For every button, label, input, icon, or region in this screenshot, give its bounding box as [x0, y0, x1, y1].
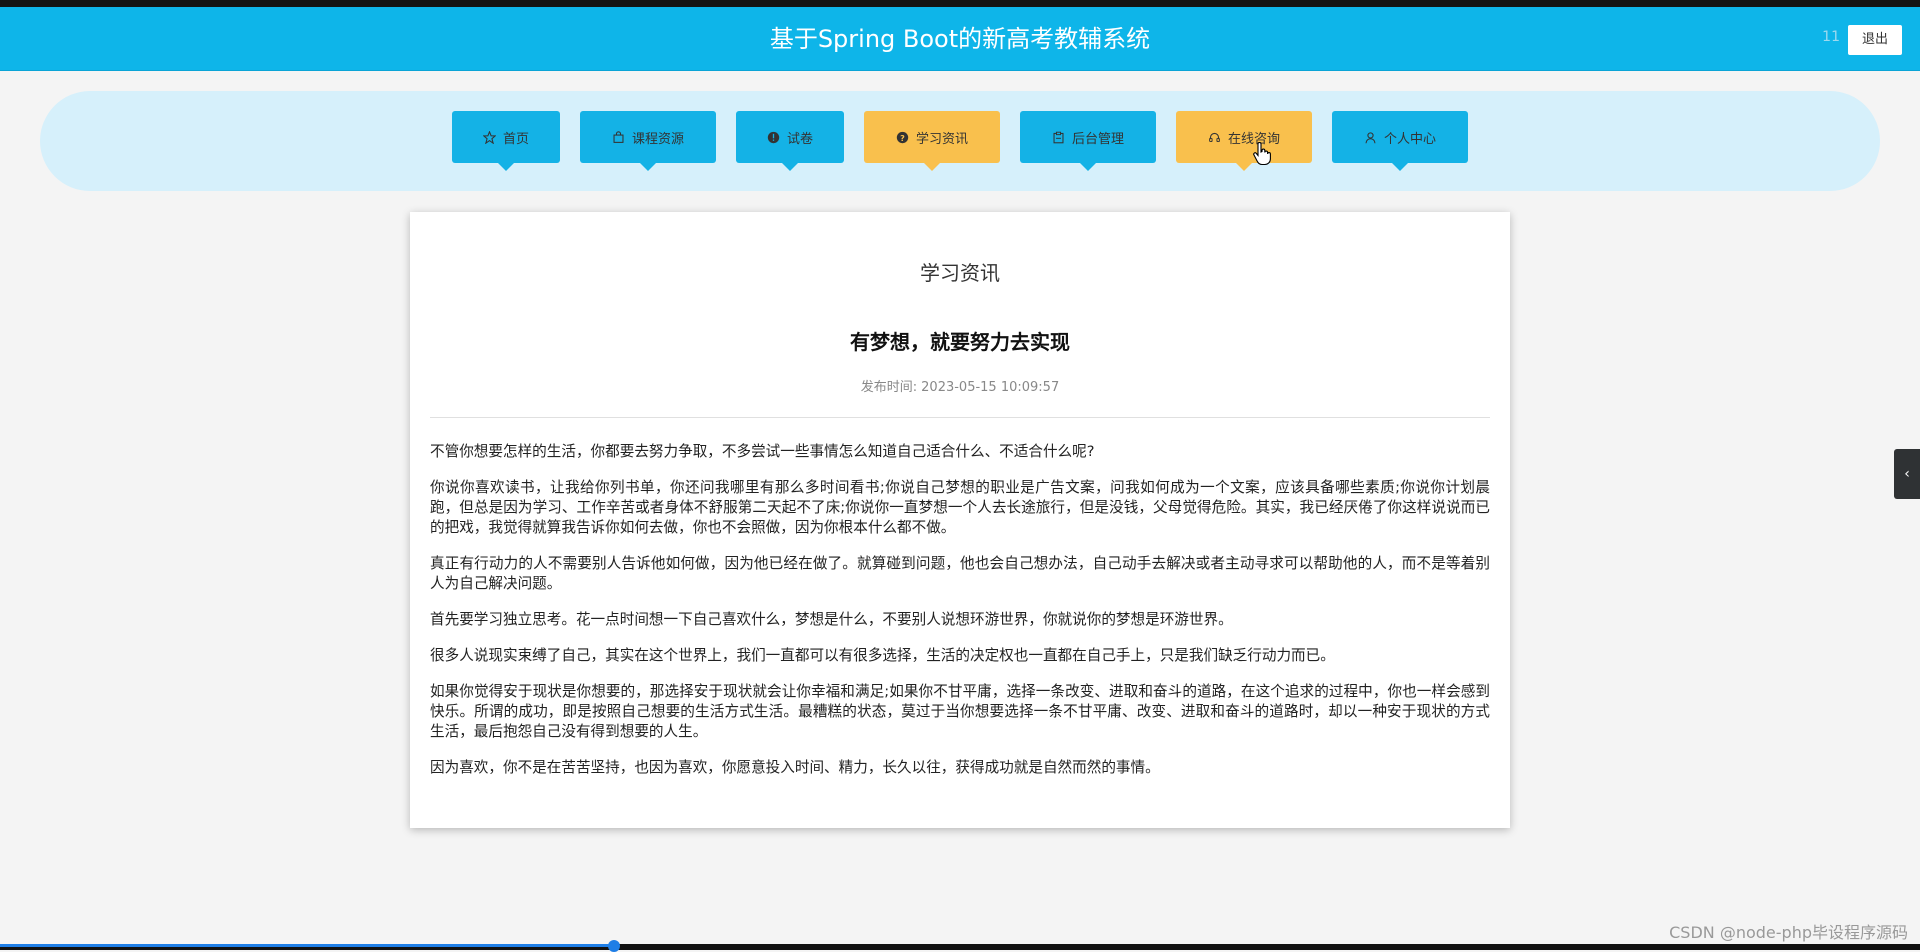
nav-item-label: 后台管理 — [1071, 131, 1124, 147]
question-icon: ? — [896, 130, 910, 144]
nav-item-online-consult[interactable]: 在线咨询 — [1176, 111, 1312, 171]
article-title: 有梦想，就要努力去实现 — [850, 330, 1070, 354]
hand-cursor-icon — [1253, 142, 1271, 166]
clipboard-icon — [1052, 130, 1066, 144]
nav-item-label: 首页 — [502, 131, 529, 147]
nav-item-label: 试卷 — [786, 131, 813, 147]
header-bar: 基于Spring Boot的新高考教辅系统 11 退出 — [0, 7, 1920, 71]
article-card: 学习资讯 有梦想，就要努力去实现 发布时间: 2023-05-15 10:09:5… — [410, 212, 1510, 828]
username-label: 11 — [1822, 29, 1840, 45]
nav-item-exam-papers[interactable]: 试卷 — [736, 111, 844, 171]
chevron-left-icon: ‹ — [1904, 466, 1910, 482]
article-paragraph: 你说你喜欢读书，让我给你列书单，你还问我哪里有那么多时间看书;你说自己梦想的职业… — [430, 479, 1490, 536]
nav-item-home[interactable]: 首页 — [452, 111, 560, 171]
user-icon — [1364, 130, 1378, 144]
nav-bar: 首页 课程资源 试卷 ? 学习资讯 后台管理 在线咨询 个人中心 — [40, 91, 1880, 191]
video-progress-fill — [0, 944, 615, 947]
nav-item-personal-center[interactable]: 个人中心 — [1332, 111, 1468, 171]
article-paragraph: 首先要学习独立思考。花一点时间想一下自己喜欢什么，梦想是什么，不要别人说想环游世… — [430, 611, 1233, 628]
logout-button[interactable]: 退出 — [1848, 25, 1902, 55]
publish-time-label: 发布时间: — [860, 380, 918, 395]
section-title: 学习资讯 — [920, 261, 1000, 285]
side-panel-toggle[interactable]: ‹ — [1894, 449, 1920, 499]
nav-items: 首页 课程资源 试卷 ? 学习资讯 后台管理 在线咨询 个人中心 — [40, 111, 1880, 171]
headset-icon — [1208, 130, 1222, 144]
article-paragraph: 不管你想要怎样的生活，你都要去努力争取，不多尝试一些事情怎么知道自己适合什么、不… — [430, 443, 1095, 460]
article-paragraph: 很多人说现实束缚了自己，其实在这个世界上，我们一直都可以有很多选择，生活的决定权… — [430, 647, 1335, 664]
divider — [430, 417, 1490, 418]
article-paragraph: 因为喜欢，你不是在苦苦坚持，也因为喜欢，你愿意投入时间、精力，长久以往，获得成功… — [430, 759, 1160, 776]
star-icon — [483, 130, 497, 144]
svg-text:?: ? — [901, 132, 906, 142]
video-progress-handle[interactable] — [608, 940, 621, 952]
publish-time: 发布时间: 2023-05-15 10:09:57 — [410, 376, 1510, 395]
info-icon — [767, 130, 781, 144]
bag-icon — [612, 130, 626, 144]
publish-time-value: 2023-05-15 10:09:57 — [921, 380, 1060, 395]
site-title: 基于Spring Boot的新高考教辅系统 — [769, 25, 1151, 53]
nav-item-course-resources[interactable]: 课程资源 — [580, 111, 716, 171]
nav-item-label: 课程资源 — [631, 131, 684, 147]
nav-item-label: 个人中心 — [1383, 131, 1436, 147]
nav-item-label: 学习资讯 — [915, 131, 968, 147]
nav-item-admin[interactable]: 后台管理 — [1020, 111, 1156, 171]
article-body: 不管你想要怎样的生活，你都要去努力争取，不多尝试一些事情怎么知道自己适合什么、不… — [430, 442, 1490, 794]
watermark: CSDN @node-php毕设程序源码 — [1669, 923, 1908, 942]
window-top-bar — [0, 0, 1920, 7]
nav-item-study-news[interactable]: ? 学习资讯 — [864, 111, 1000, 171]
article-paragraph: 真正有行动力的人不需要别人告诉他如何做，因为他已经在做了。就算碰到问题，他也会自… — [430, 555, 1490, 592]
article-paragraph: 如果你觉得安于现状是你想要的，那选择安于现状就会让你幸福和满足;如果你不甘平庸，… — [430, 683, 1490, 740]
